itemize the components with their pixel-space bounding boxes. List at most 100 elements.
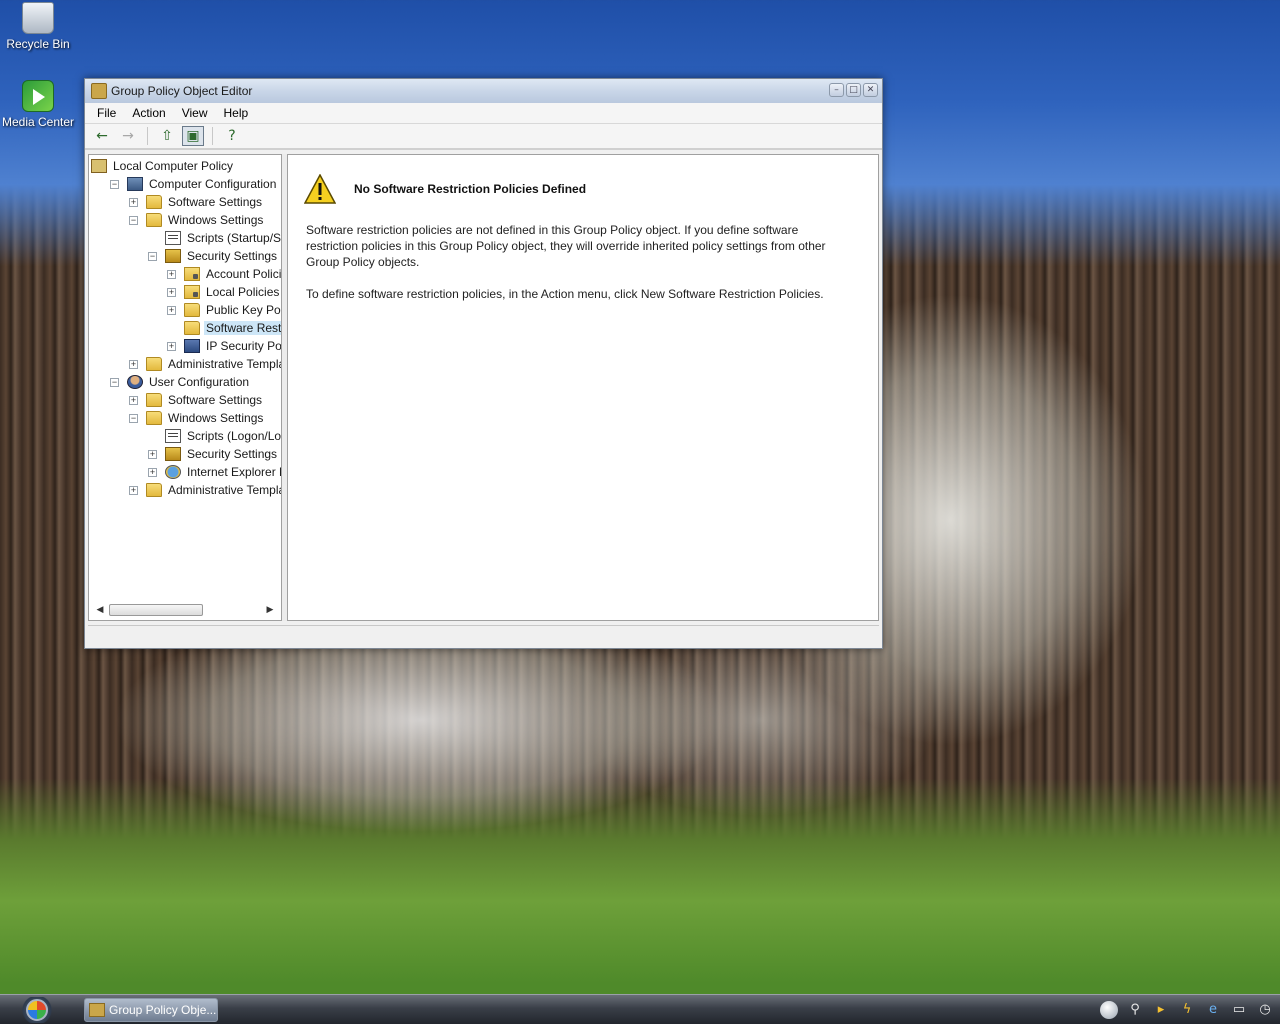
collapse-icon[interactable]: − [129, 215, 138, 225]
up-one-level-icon[interactable]: ⇧ [156, 126, 178, 146]
collapse-icon[interactable]: − [110, 179, 119, 189]
tree-node-label: Account Policies [206, 267, 281, 281]
tree-node-label: Software Settings [168, 393, 263, 407]
security-icon [165, 249, 181, 263]
folder-icon [146, 357, 162, 371]
expand-icon[interactable]: + [148, 449, 157, 459]
tree-node-label: Administrative Template [168, 483, 281, 497]
power-icon[interactable]: ϟ [1178, 1001, 1196, 1019]
details-pane: No Software Restriction Policies Defined… [287, 154, 879, 621]
tree-node-label: Scripts (Logon/Logo [187, 429, 281, 443]
user-icon [127, 375, 143, 389]
tree-node[interactable]: + Software Settings [129, 193, 264, 211]
back-arrow-icon[interactable]: ← [91, 126, 113, 146]
expand-icon[interactable]: + [148, 467, 157, 477]
tree-node[interactable]: − User Configuration [110, 373, 251, 391]
tree-node-label: Windows Settings [168, 411, 264, 425]
windows-logo-icon [26, 998, 48, 1021]
tree-node[interactable]: + Local Policies [167, 283, 281, 301]
tree-node[interactable]: + Software Settings [129, 391, 264, 409]
tree-node[interactable]: + IP Security Policie [167, 337, 281, 355]
tree-horizontal-scrollbar[interactable]: ◀ ▶ [93, 602, 277, 618]
tree-node[interactable]: Software Restricti [167, 319, 281, 337]
expand-icon[interactable]: + [167, 287, 176, 297]
expand-icon[interactable]: + [129, 485, 138, 495]
tree-node-label: IP Security Policie [206, 339, 281, 353]
toolbar-separator [147, 127, 148, 145]
tree-node[interactable]: Scripts (Logon/Logo [148, 427, 281, 445]
security-icon [165, 447, 181, 461]
collapse-icon[interactable]: − [110, 377, 119, 387]
folder-icon [146, 483, 162, 497]
expand-icon[interactable]: + [129, 197, 138, 207]
folder-lock-icon [184, 267, 200, 281]
recycle-bin-shortcut[interactable]: Recycle Bin [0, 2, 76, 51]
folder-icon [184, 321, 200, 335]
scroll-right-icon[interactable]: ▶ [263, 603, 277, 617]
collapse-icon[interactable]: − [148, 251, 157, 261]
expand-icon[interactable]: + [167, 269, 176, 279]
menu-help[interactable]: Help [216, 104, 257, 122]
tree-node[interactable]: + Security Settings [148, 445, 279, 463]
tree-node[interactable]: + Public Key Policie [167, 301, 281, 319]
media-center-icon [22, 80, 54, 112]
tree-node[interactable]: + Administrative Template [129, 481, 281, 499]
forward-arrow-icon[interactable]: → [117, 126, 139, 146]
details-heading: No Software Restriction Policies Defined [354, 182, 587, 196]
menu-view[interactable]: View [174, 104, 216, 122]
clock-icon[interactable]: ◷ [1256, 1001, 1274, 1019]
folder-icon [146, 411, 162, 425]
menu-file[interactable]: File [89, 104, 124, 122]
show-hide-tree-icon[interactable]: ▣ [182, 126, 204, 146]
taskbar: Group Policy Obje... ⚲ ▸ ϟ e ▭ ◷ [0, 994, 1280, 1024]
tree-node-label: Public Key Policie [206, 303, 281, 317]
expand-icon[interactable]: + [167, 305, 176, 315]
tree-node[interactable]: + Account Policies [167, 265, 281, 283]
scroll-track[interactable] [107, 603, 263, 617]
title-bar[interactable]: Group Policy Object Editor – □ ✕ [85, 79, 882, 103]
tree-view: Local Computer Policy − Computer Configura… [89, 155, 281, 598]
maximize-button[interactable]: □ [846, 83, 861, 97]
scroll-left-icon[interactable]: ◀ [93, 603, 107, 617]
expand-icon[interactable]: + [129, 395, 138, 405]
menu-action[interactable]: Action [124, 104, 173, 122]
tree-node[interactable]: − Windows Settings [129, 409, 265, 427]
details-body: Software restriction policies are not de… [306, 222, 836, 318]
media-center-shortcut[interactable]: Media Center [0, 80, 76, 129]
collapse-icon[interactable]: − [129, 413, 138, 423]
tree-node-label: Administrative Template [168, 357, 281, 371]
close-button[interactable]: ✕ [863, 83, 878, 97]
circle-icon[interactable] [1100, 1001, 1118, 1019]
tree-node[interactable]: Local Computer Policy [91, 157, 235, 175]
details-paragraph: To define software restriction policies,… [306, 287, 824, 301]
taskbar-button-gpedit[interactable]: Group Policy Obje... [84, 997, 218, 1022]
minimize-button[interactable]: – [829, 83, 844, 97]
details-paragraph: Software restriction policies are not de… [306, 223, 826, 269]
tree-node-label: Scripts (Startup/Shut [187, 231, 281, 245]
tree-node[interactable]: − Security Settings [148, 247, 279, 265]
script-icon [165, 231, 181, 245]
tree-node[interactable]: − Windows Settings [129, 211, 265, 229]
expand-icon[interactable]: + [129, 359, 138, 369]
window-icon[interactable]: ▭ [1230, 1001, 1248, 1019]
start-button[interactable] [2, 996, 72, 1023]
tree-node-label: Security Settings [187, 249, 278, 263]
expand-icon[interactable]: + [167, 341, 176, 351]
gpedit-app-icon [91, 83, 107, 99]
tree-node[interactable]: + Internet Explorer Mai [148, 463, 281, 481]
tree-node-label: Security Settings [187, 447, 278, 461]
scroll-thumb[interactable] [109, 604, 203, 616]
window-title: Group Policy Object Editor [111, 84, 253, 98]
ie-icon[interactable]: e [1204, 1001, 1222, 1019]
search-icon[interactable]: ⚲ [1126, 1001, 1144, 1019]
tree-node[interactable]: Scripts (Startup/Shut [148, 229, 281, 247]
tree-node[interactable]: + Administrative Template [129, 355, 281, 373]
folder-icon [184, 303, 200, 317]
tree-node-label: Windows Settings [168, 213, 264, 227]
help-icon[interactable]: ? [221, 126, 243, 146]
tree-node[interactable]: − Computer Configuration [110, 175, 278, 193]
folder-icon[interactable]: ▸ [1152, 1001, 1170, 1019]
